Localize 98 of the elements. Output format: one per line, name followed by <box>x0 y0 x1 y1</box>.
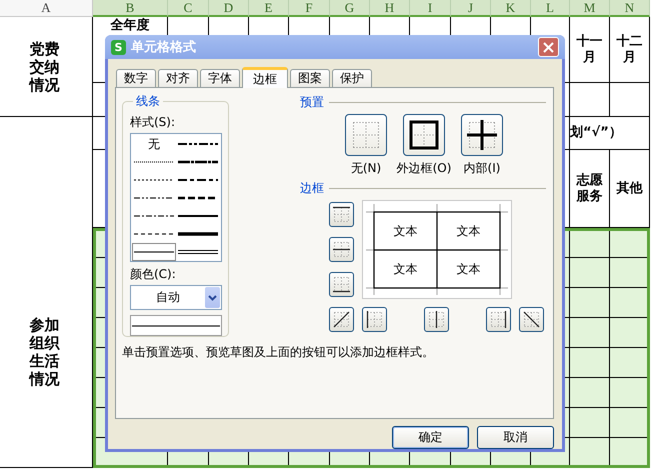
dropdown-button[interactable] <box>205 287 220 308</box>
line-sample-icon <box>132 324 220 328</box>
window-title: 单元格格式 <box>131 39 197 56</box>
border-middle-icon <box>333 241 350 258</box>
field-label: 样式(S): <box>130 114 176 131</box>
sheet-cell[interactable] <box>610 318 650 348</box>
border-bottom-icon <box>333 276 350 293</box>
preview-text: 文本 <box>394 260 418 278</box>
section-title: 边框 <box>300 180 324 196</box>
preview-text: 文本 <box>394 222 418 240</box>
border-button[interactable] <box>329 272 354 297</box>
sheet-cell[interactable] <box>570 228 610 258</box>
hint-text: 单击预置选项、预览草图及上面的按钮可以添加边框样式。 <box>122 344 435 361</box>
border-button[interactable] <box>486 307 511 332</box>
preview-text: 文本 <box>456 222 480 240</box>
preset-label: 内部(I) <box>464 160 500 177</box>
sheet-cell[interactable] <box>610 348 650 378</box>
section-label: 参加组织生活情况 <box>30 316 61 388</box>
sheet-cell[interactable] <box>570 288 610 318</box>
field-label: 颜色(C): <box>130 266 177 283</box>
border-button[interactable] <box>329 202 354 227</box>
cancel-button[interactable]: 取消 <box>477 426 554 449</box>
border-button[interactable] <box>329 237 354 262</box>
column-header[interactable]: F <box>289 0 330 17</box>
column-header[interactable]: M <box>570 0 610 17</box>
tab[interactable]: 数字 <box>116 69 156 87</box>
sheet-cell[interactable] <box>610 258 650 288</box>
tab[interactable]: 对齐 <box>158 69 198 87</box>
sheet-cell[interactable]: 划“√”） <box>570 117 650 150</box>
sheet-cell[interactable]: 十二月 <box>610 17 650 83</box>
dotted-grid-icon <box>351 120 381 150</box>
month-header: 十一月 <box>576 34 604 66</box>
border-right-icon <box>490 311 507 328</box>
sheet-cell[interactable] <box>570 438 610 468</box>
sheet-cell[interactable]: 参加组织生活情况 <box>0 117 93 468</box>
border-button[interactable] <box>424 307 449 332</box>
sheet-cell[interactable] <box>570 348 610 378</box>
column-header[interactable]: J <box>451 0 491 17</box>
sheet-cell[interactable] <box>610 83 650 117</box>
sheet-cell[interactable]: 志愿服务 <box>570 150 610 228</box>
activity-header: 其他 <box>616 180 644 196</box>
column-header[interactable]: G <box>330 0 370 17</box>
column-header[interactable]: D <box>209 0 249 17</box>
column-header[interactable]: L <box>531 0 570 17</box>
chevron-icon <box>208 294 217 300</box>
column-header[interactable]: K <box>491 0 531 17</box>
sheet-cell[interactable] <box>610 378 650 408</box>
column-header[interactable]: H <box>370 0 410 17</box>
year-header: 全年度 <box>109 18 150 34</box>
preset-button[interactable] <box>345 114 387 156</box>
sheet-cell[interactable]: 其他 <box>610 150 650 228</box>
sheet-cell[interactable] <box>570 408 610 438</box>
border-diagonal-down-icon <box>523 311 540 328</box>
border-left-icon <box>366 311 383 328</box>
section-label: 党费交纳情况 <box>30 40 60 94</box>
tab[interactable]: 边框 <box>242 67 288 88</box>
sheet-cell[interactable]: 十一月 <box>570 17 610 83</box>
sheet-cell[interactable] <box>610 288 650 318</box>
sheet-cell[interactable] <box>570 318 610 348</box>
sheet-cell[interactable] <box>570 378 610 408</box>
close-button[interactable] <box>538 37 559 57</box>
border-button[interactable] <box>519 307 544 332</box>
sheet-cell[interactable] <box>570 83 610 117</box>
column-header[interactable]: I <box>410 0 451 17</box>
cell-text: 划“√”） <box>570 125 622 141</box>
outline-box-icon <box>409 120 439 150</box>
close-icon <box>543 42 554 52</box>
preset-button[interactable] <box>461 114 503 156</box>
preset-button[interactable] <box>403 114 445 156</box>
group-title: 线条 <box>135 93 161 110</box>
border-diagonal-up-icon <box>333 311 350 328</box>
tab[interactable]: 保护 <box>332 69 372 87</box>
sheet-cell[interactable]: 党费交纳情况 <box>0 17 93 117</box>
preset-label: 外边框(O) <box>396 160 452 177</box>
column-header[interactable]: B <box>93 0 168 17</box>
preset-label: 无(N) <box>350 160 382 177</box>
column-header[interactable]: E <box>249 0 289 17</box>
cross-grid-icon <box>467 120 497 150</box>
ok-button[interactable]: 确定 <box>392 426 469 449</box>
sheet-cell[interactable] <box>610 408 650 438</box>
line-style-option[interactable]: 无 <box>132 135 176 153</box>
activity-header: 志愿服务 <box>576 172 604 204</box>
border-center-icon <box>428 311 445 328</box>
line-style-option[interactable] <box>132 243 176 261</box>
month-header: 十二月 <box>616 34 644 66</box>
tab[interactable]: 字体 <box>200 69 240 87</box>
border-button[interactable] <box>329 307 354 332</box>
column-header[interactable]: C <box>168 0 209 17</box>
tab[interactable]: 图案 <box>290 69 330 87</box>
column-header[interactable]: N <box>610 0 650 17</box>
app-icon: S <box>111 40 126 54</box>
border-button[interactable] <box>362 307 387 332</box>
sheet-cell[interactable] <box>570 258 610 288</box>
preview-text: 文本 <box>456 260 480 278</box>
section-title: 预置 <box>300 94 324 110</box>
border-top-icon <box>333 206 350 223</box>
color-dropdown[interactable]: 自动 <box>130 285 222 310</box>
column-header[interactable]: A <box>0 0 93 17</box>
